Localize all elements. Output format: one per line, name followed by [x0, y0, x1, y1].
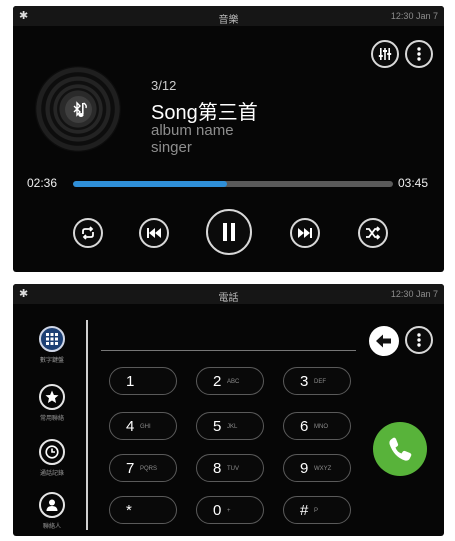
- clock-date: Jan 7: [415, 11, 438, 21]
- sidebar-label: 聯絡人: [42, 524, 61, 530]
- status-bar: ✱ 音樂 12:30 Jan 7: [13, 6, 444, 26]
- key-letters: JKL: [227, 424, 238, 430]
- screen-title: 電話: [218, 293, 239, 304]
- phone-screen: ✱ 電話 12:30 Jan 7 數字鍵盤 常用聯絡 通話記錄 聯絡人 1 2 …: [13, 284, 444, 536]
- key-0[interactable]: 0 +: [196, 496, 264, 524]
- track-number: 3/12: [151, 78, 177, 93]
- clock-time: 12:30: [390, 11, 414, 21]
- sidebar-item-contacts[interactable]: 聯絡人: [27, 492, 77, 530]
- key-digit: 8: [213, 460, 222, 477]
- key-6[interactable]: 6 MNO: [283, 412, 351, 440]
- key-digit: 5: [213, 418, 222, 435]
- clock: 12:30 Jan 7: [391, 289, 438, 299]
- album-art: [35, 66, 121, 152]
- key-star[interactable]: *: [109, 496, 177, 524]
- key-2[interactable]: 2 ABC: [196, 367, 264, 395]
- progress-bar[interactable]: [73, 181, 393, 187]
- music-screen: ✱ 音樂 12:30 Jan 7 3/12 Song第三首 album name…: [13, 6, 444, 272]
- clock: 12:30 Jan 7: [391, 11, 438, 21]
- sidebar-divider: [86, 320, 88, 530]
- key-3[interactable]: 3 DEF: [283, 367, 351, 395]
- key-digit: 7: [126, 460, 135, 477]
- key-letters: P: [314, 508, 319, 514]
- key-digit: #: [300, 502, 309, 519]
- key-letters: DEF: [314, 379, 326, 385]
- call-button[interactable]: [373, 422, 427, 476]
- sidebar-label: 通話記錄: [39, 471, 64, 477]
- key-4[interactable]: 4 GHI: [109, 412, 177, 440]
- star-icon: [39, 384, 65, 410]
- skip-next-icon: [298, 228, 312, 238]
- key-1[interactable]: 1: [109, 367, 177, 395]
- sidebar-item-call-log[interactable]: 通話記錄: [27, 439, 77, 477]
- progress-fill: [73, 181, 227, 187]
- key-letters: GHI: [140, 424, 151, 430]
- key-letters: MNO: [314, 424, 328, 430]
- more-options-button[interactable]: [405, 40, 433, 68]
- key-digit: *: [126, 502, 132, 519]
- repeat-icon: [82, 226, 94, 240]
- key-9[interactable]: 9 WXYZ: [283, 454, 351, 482]
- more-vertical-icon: [417, 47, 421, 61]
- next-track-button[interactable]: [290, 218, 320, 248]
- keypad-icon: [39, 326, 65, 352]
- more-vertical-icon: [417, 333, 421, 347]
- key-hash[interactable]: # P: [283, 496, 351, 524]
- album-name: album name: [151, 122, 234, 139]
- key-letters: TUV: [227, 466, 239, 472]
- previous-track-button[interactable]: [139, 218, 169, 248]
- equalizer-icon: [378, 48, 392, 60]
- sidebar-label: 常用聯絡: [39, 416, 64, 422]
- contact-icon: [39, 492, 65, 518]
- backspace-button[interactable]: [369, 326, 399, 356]
- key-digit: 1: [126, 373, 135, 390]
- shuffle-icon: [366, 226, 381, 240]
- pause-button[interactable]: [206, 209, 252, 255]
- key-digit: 3: [300, 373, 309, 390]
- clock-icon: [39, 439, 65, 465]
- singer-name: singer: [151, 139, 192, 156]
- arrow-left-icon: [376, 334, 391, 348]
- key-letters: ABC: [227, 379, 240, 385]
- key-letters: PQRS: [140, 466, 158, 472]
- key-digit: 9: [300, 460, 309, 477]
- key-8[interactable]: 8 TUV: [196, 454, 264, 482]
- clock-time: 12:30: [390, 289, 414, 299]
- song-title: Song第三首: [151, 102, 258, 124]
- key-5[interactable]: 5 JKL: [196, 412, 264, 440]
- elapsed-time: 02:36: [27, 176, 58, 190]
- screen-title: 音樂: [218, 15, 239, 26]
- key-digit: 0: [213, 502, 222, 519]
- number-display-underline: [101, 350, 356, 351]
- equalizer-button[interactable]: [371, 40, 399, 68]
- total-time: 03:45: [398, 176, 429, 190]
- status-bar: ✱ 電話 12:30 Jan 7: [13, 284, 444, 304]
- key-letters: +: [227, 508, 231, 514]
- key-letters: WXYZ: [314, 466, 332, 472]
- key-digit: 4: [126, 418, 135, 435]
- repeat-button[interactable]: [73, 218, 103, 248]
- key-digit: 2: [213, 373, 222, 390]
- more-options-button[interactable]: [405, 326, 433, 354]
- clock-date: Jan 7: [415, 289, 438, 299]
- sidebar-label: 數字鍵盤: [39, 358, 64, 364]
- pause-icon: [223, 223, 235, 241]
- bluetooth-music-icon: [65, 96, 92, 123]
- key-digit: 6: [300, 418, 309, 435]
- phone-icon: [389, 437, 412, 461]
- sidebar-item-keypad[interactable]: 數字鍵盤: [27, 326, 77, 364]
- key-7[interactable]: 7 PQRS: [109, 454, 177, 482]
- sidebar-item-favorites[interactable]: 常用聯絡: [27, 384, 77, 422]
- shuffle-button[interactable]: [358, 218, 388, 248]
- skip-previous-icon: [147, 228, 161, 238]
